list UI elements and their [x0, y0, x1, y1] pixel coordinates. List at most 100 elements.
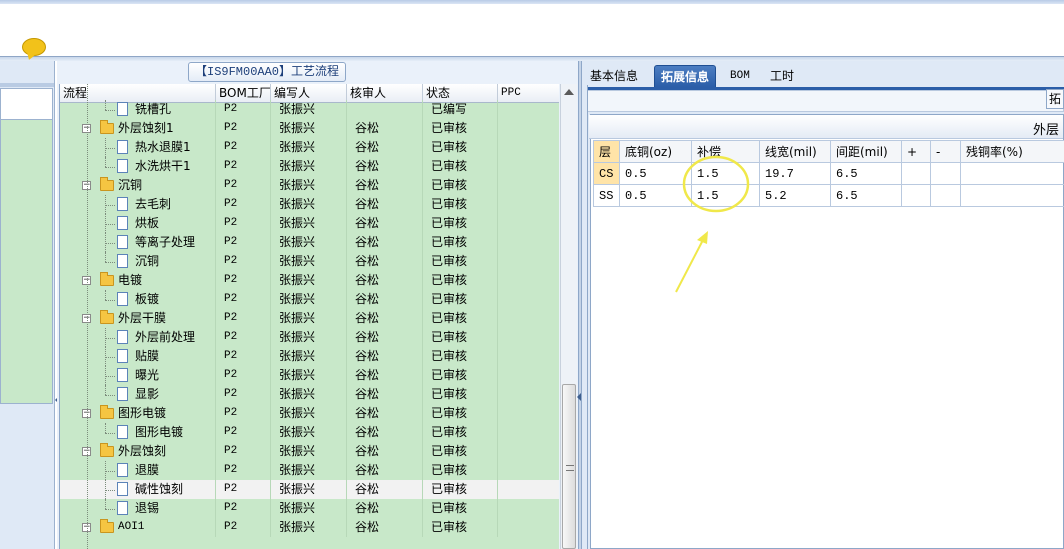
cell-status[interactable]: 已审核	[423, 138, 498, 157]
cell-checker[interactable]: 谷松	[347, 138, 423, 157]
tree-row[interactable]: 水洗烘干1 P2 张振兴 谷松 已审核	[60, 157, 559, 176]
tree-row[interactable]: 外层前处理 P2 张振兴 谷松 已审核	[60, 328, 559, 347]
cell-ppc[interactable]	[498, 195, 559, 214]
tab-bom[interactable]: BOM	[724, 65, 756, 87]
cell-status[interactable]: 已审核	[423, 366, 498, 385]
cell-bom[interactable]: P2	[216, 385, 271, 404]
cell-checker[interactable]: 谷松	[347, 442, 423, 461]
cell-residual-copper[interactable]	[960, 162, 1064, 185]
tree-row[interactable]: 去毛刺 P2 张振兴 谷松 已审核	[60, 195, 559, 214]
cell-layer[interactable]: CS	[593, 162, 620, 185]
tree-row[interactable]: 碱性蚀刻 P2 张振兴 谷松 已审核	[60, 480, 559, 499]
cell-checker[interactable]: 谷松	[347, 404, 423, 423]
cell-flow-name[interactable]: − 沉铜	[60, 176, 216, 195]
cell-flow-name[interactable]: − 外层干膜	[60, 309, 216, 328]
cell-status[interactable]: 已审核	[423, 176, 498, 195]
cell-checker[interactable]: 谷松	[347, 366, 423, 385]
col-layer[interactable]: 层	[593, 140, 620, 163]
cell-flow-name[interactable]: 烘板	[60, 214, 216, 233]
cell-status[interactable]: 已审核	[423, 404, 498, 423]
collapse-middle-arrow-icon[interactable]	[577, 393, 581, 401]
cell-flow-name[interactable]: 碱性蚀刻	[60, 480, 216, 499]
cell-compensation[interactable]: 1.5	[691, 162, 760, 185]
cell-flow-name[interactable]: 去毛刺	[60, 195, 216, 214]
cell-bom[interactable]: P2	[216, 404, 271, 423]
cell-ppc[interactable]	[498, 176, 559, 195]
cell-writer[interactable]: 张振兴	[271, 309, 347, 328]
cell-flow-name[interactable]: 板镀	[60, 290, 216, 309]
tab-work-hours[interactable]: 工时	[764, 65, 800, 87]
cell-status[interactable]: 已审核	[423, 119, 498, 138]
cell-status[interactable]: 已审核	[423, 385, 498, 404]
cell-writer[interactable]: 张振兴	[271, 138, 347, 157]
cell-bom[interactable]: P2	[216, 100, 271, 119]
cell-status[interactable]: 已审核	[423, 347, 498, 366]
cell-line-width[interactable]: 19.7	[759, 162, 831, 185]
col-compensation[interactable]: 补偿	[691, 140, 760, 163]
cell-status[interactable]: 已审核	[423, 518, 498, 537]
col-residual-copper[interactable]: 残铜率(%)	[960, 140, 1064, 163]
cell-ppc[interactable]	[498, 157, 559, 176]
tree-row[interactable]: − 外层蚀刻1 P2 张振兴 谷松 已审核	[60, 119, 559, 138]
tree-row[interactable]: 贴膜 P2 张振兴 谷松 已审核	[60, 347, 559, 366]
cell-ppc[interactable]	[498, 290, 559, 309]
cell-bom[interactable]: P2	[216, 366, 271, 385]
cell-writer[interactable]: 张振兴	[271, 385, 347, 404]
cell-spacing[interactable]: 6.5	[830, 184, 902, 207]
cell-base-copper[interactable]: 0.5	[619, 162, 692, 185]
cell-flow-name[interactable]: 退锡	[60, 499, 216, 518]
cell-writer[interactable]: 张振兴	[271, 518, 347, 537]
cell-ppc[interactable]	[498, 518, 559, 537]
cell-flow-name[interactable]: 沉铜	[60, 252, 216, 271]
cell-writer[interactable]: 张振兴	[271, 271, 347, 290]
cell-status[interactable]: 已审核	[423, 252, 498, 271]
cell-ppc[interactable]	[498, 499, 559, 518]
tree-row[interactable]: 退锡 P2 张振兴 谷松 已审核	[60, 499, 559, 518]
cell-writer[interactable]: 张振兴	[271, 328, 347, 347]
cell-writer[interactable]: 张振兴	[271, 442, 347, 461]
cell-writer[interactable]: 张振兴	[271, 119, 347, 138]
cell-line-width[interactable]: 5.2	[759, 184, 831, 207]
tree-row[interactable]: 烘板 P2 张振兴 谷松 已审核	[60, 214, 559, 233]
cell-bom[interactable]: P2	[216, 347, 271, 366]
cell-status[interactable]: 已审核	[423, 442, 498, 461]
cell-flow-name[interactable]: 热水退膜1	[60, 138, 216, 157]
cell-bom[interactable]: P2	[216, 309, 271, 328]
cell-checker[interactable]: 谷松	[347, 290, 423, 309]
cell-flow-name[interactable]: 外层前处理	[60, 328, 216, 347]
cell-bom[interactable]: P2	[216, 138, 271, 157]
cell-spacing[interactable]: 6.5	[830, 162, 902, 185]
cell-flow-name[interactable]: − AOI1	[60, 518, 216, 537]
cell-plus[interactable]	[901, 162, 931, 185]
tab-basic-info[interactable]: 基本信息	[584, 65, 644, 87]
cell-flow-name[interactable]: − 外层蚀刻	[60, 442, 216, 461]
cell-checker[interactable]: 谷松	[347, 252, 423, 271]
cell-bom[interactable]: P2	[216, 195, 271, 214]
tree-row[interactable]: 板镀 P2 张振兴 谷松 已审核	[60, 290, 559, 309]
cell-ppc[interactable]	[498, 233, 559, 252]
cell-writer[interactable]: 张振兴	[271, 423, 347, 442]
table-row[interactable]: CS 0.5 1.5 19.7 6.5	[593, 162, 1064, 185]
cell-status[interactable]: 已审核	[423, 195, 498, 214]
cell-ppc[interactable]	[498, 271, 559, 290]
tree-row[interactable]: 沉铜 P2 张振兴 谷松 已审核	[60, 252, 559, 271]
cell-minus[interactable]	[930, 184, 961, 207]
cell-flow-name[interactable]: 图形电镀	[60, 423, 216, 442]
cell-writer[interactable]: 张振兴	[271, 290, 347, 309]
cell-ppc[interactable]	[498, 480, 559, 499]
cell-bom[interactable]: P2	[216, 119, 271, 138]
cell-writer[interactable]: 张振兴	[271, 157, 347, 176]
cell-flow-name[interactable]: − 图形电镀	[60, 404, 216, 423]
tree-row[interactable]: 等离子处理 P2 张振兴 谷松 已审核	[60, 233, 559, 252]
cell-ppc[interactable]	[498, 385, 559, 404]
cell-writer[interactable]: 张振兴	[271, 214, 347, 233]
col-spacing[interactable]: 间距(mil)	[830, 140, 902, 163]
cell-checker[interactable]: 谷松	[347, 309, 423, 328]
tree-row[interactable]: − 外层蚀刻 P2 张振兴 谷松 已审核	[60, 442, 559, 461]
cell-status[interactable]: 已审核	[423, 157, 498, 176]
cell-flow-name[interactable]: 铣槽孔	[60, 100, 216, 119]
scroll-up-arrow-icon[interactable]	[564, 89, 574, 95]
cell-checker[interactable]: 谷松	[347, 157, 423, 176]
cell-writer[interactable]: 张振兴	[271, 480, 347, 499]
col-minus[interactable]: -	[930, 140, 961, 163]
